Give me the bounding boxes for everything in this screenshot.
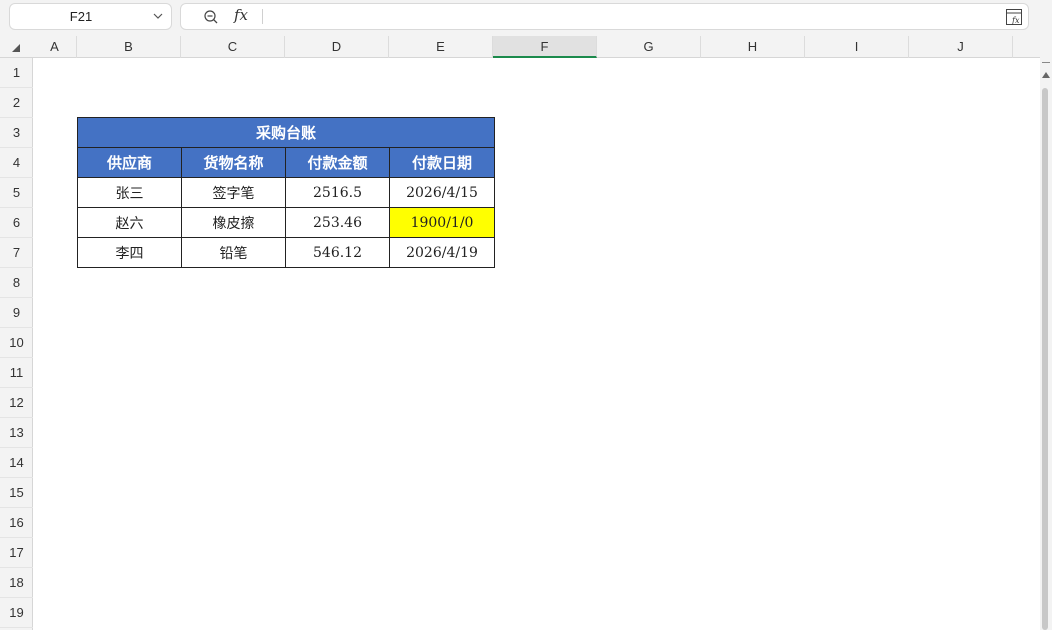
insert-function-icon[interactable]: fx — [1005, 8, 1023, 26]
cell-payment-amount[interactable]: 546.12 — [285, 237, 390, 268]
formula-bar: F21 fx fx — [0, 0, 1052, 36]
row-header-1[interactable]: 1 — [0, 58, 33, 88]
row-header-14[interactable]: 14 — [0, 448, 33, 478]
cell-payment-date-highlighted[interactable]: 1900/1/0 — [388, 207, 496, 238]
row-header-10[interactable]: 10 — [0, 328, 33, 358]
cell-goods-name[interactable]: 橡皮擦 — [181, 207, 286, 238]
column-header-e[interactable]: E — [389, 36, 493, 58]
vertical-scrollbar[interactable] — [1040, 36, 1052, 630]
cell-payment-date[interactable]: 2026/4/19 — [388, 237, 496, 268]
cell-payment-amount[interactable]: 253.46 — [285, 207, 390, 238]
cell-payment-date[interactable]: 2026/4/15 — [388, 177, 496, 208]
column-header-d[interactable]: D — [285, 36, 389, 58]
row-header-15[interactable]: 15 — [0, 478, 33, 508]
table-title[interactable]: 采购台账 — [76, 117, 496, 148]
row-header-16[interactable]: 16 — [0, 508, 33, 538]
column-header-g[interactable]: G — [597, 36, 701, 58]
column-header-b[interactable]: B — [77, 36, 181, 58]
row-header-5[interactable]: 5 — [0, 178, 33, 208]
row-header-12[interactable]: 12 — [0, 388, 33, 418]
table-row: 张三 签字笔 2516.5 2026/4/15 — [77, 177, 496, 208]
row-header-19[interactable]: 19 — [0, 598, 33, 628]
column-header-i[interactable]: I — [805, 36, 909, 58]
header-payment-date[interactable]: 付款日期 — [388, 147, 496, 178]
row-header-11[interactable]: 11 — [0, 358, 33, 388]
scrollbar-thumb[interactable] — [1042, 88, 1048, 630]
fx-label[interactable]: fx — [234, 6, 248, 24]
row-header-3[interactable]: 3 — [0, 118, 33, 148]
zoom-icon[interactable] — [203, 9, 219, 25]
table-row: 赵六 橡皮擦 253.46 1900/1/0 — [77, 207, 496, 238]
cell-area[interactable]: 采购台账 供应商 货物名称 付款金额 付款日期 张三 签字笔 2516.5 20… — [33, 58, 1040, 630]
cell-supplier[interactable]: 赵六 — [77, 207, 182, 238]
spreadsheet-grid: ABCDEFGHIJ 1 2 3 4 5 6 7 8 9 10 11 12 13 14 15 16 17 18 19… — [0, 36, 1040, 630]
row-header-13[interactable]: 13 — [0, 418, 33, 448]
row-header-7[interactable]: 7 — [0, 238, 33, 268]
column-header-j[interactable]: J — [909, 36, 1013, 58]
column-header-a[interactable]: A — [33, 36, 77, 58]
cell-supplier[interactable]: 李四 — [77, 237, 182, 268]
formula-separator — [262, 9, 263, 24]
cell-goods-name[interactable]: 铅笔 — [181, 237, 286, 268]
cell-supplier[interactable]: 张三 — [77, 177, 182, 208]
cell-goods-name[interactable]: 签字笔 — [181, 177, 286, 208]
scrollbar-top-line — [1042, 62, 1050, 63]
row-header-bar: 1 2 3 4 5 6 7 8 9 10 11 12 13 14 15 16 17 18 19 — [0, 58, 33, 630]
svg-text:fx: fx — [1011, 16, 1020, 25]
row-header-6[interactable]: 6 — [0, 208, 33, 238]
header-supplier[interactable]: 供应商 — [77, 147, 182, 178]
cell-payment-amount[interactable]: 2516.5 — [285, 177, 390, 208]
scroll-up-arrow-icon[interactable] — [1042, 72, 1050, 78]
column-header-c[interactable]: C — [181, 36, 285, 58]
row-header-9[interactable]: 9 — [0, 298, 33, 328]
select-all-corner[interactable] — [0, 36, 33, 58]
header-goods-name[interactable]: 货物名称 — [181, 147, 286, 178]
row-header-4[interactable]: 4 — [0, 148, 33, 178]
row-header-2[interactable]: 2 — [0, 88, 33, 118]
chevron-down-icon[interactable] — [152, 10, 164, 22]
purchase-ledger-table: 采购台账 供应商 货物名称 付款金额 付款日期 张三 签字笔 2516.5 20… — [76, 117, 496, 268]
column-header-bar: ABCDEFGHIJ — [0, 36, 1040, 58]
column-header-h[interactable]: H — [701, 36, 805, 58]
select-all-triangle-icon — [12, 44, 20, 52]
header-payment-amount[interactable]: 付款金额 — [285, 147, 390, 178]
row-header-17[interactable]: 17 — [0, 538, 33, 568]
formula-input-box[interactable]: fx fx — [180, 3, 1029, 30]
row-header-8[interactable]: 8 — [0, 268, 33, 298]
row-header-18[interactable]: 18 — [0, 568, 33, 598]
name-box-value: F21 — [69, 9, 93, 24]
table-row: 李四 铅笔 546.12 2026/4/19 — [77, 237, 496, 268]
name-box[interactable]: F21 — [9, 3, 172, 30]
column-header-f[interactable]: F — [493, 36, 597, 58]
